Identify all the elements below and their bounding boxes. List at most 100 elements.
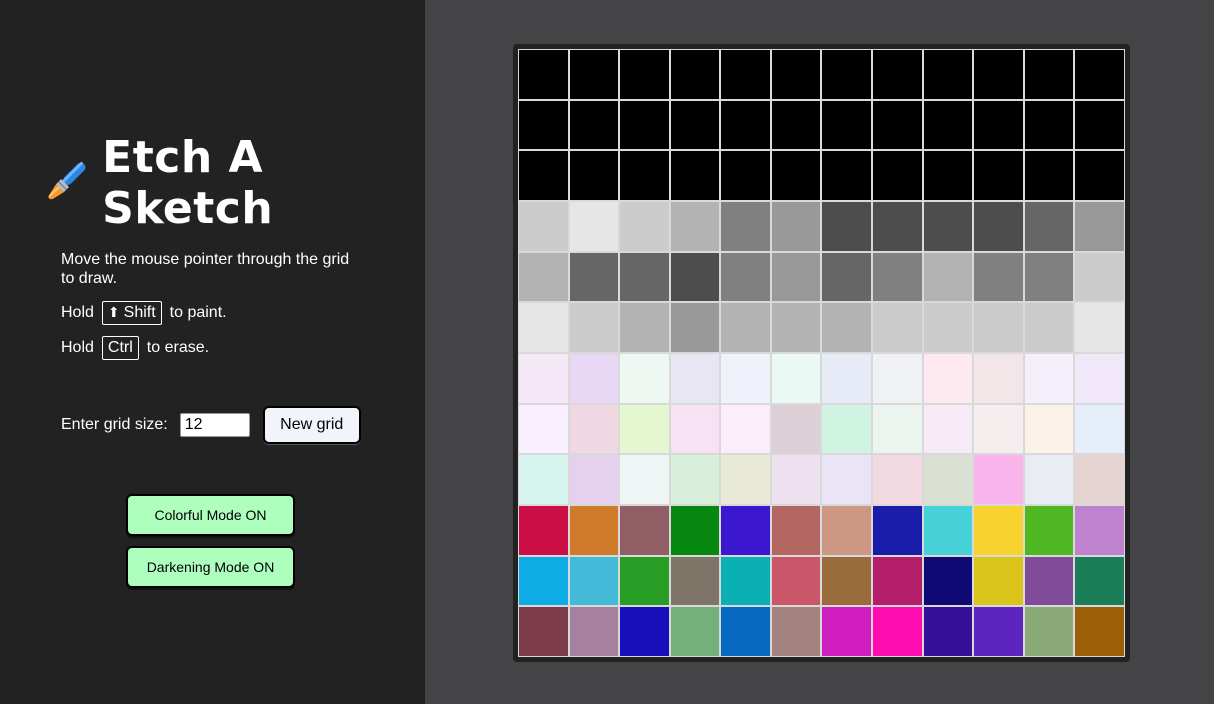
grid-cell[interactable] — [518, 150, 569, 201]
grid-cell[interactable] — [568, 555, 620, 607]
grid-cell[interactable] — [1074, 150, 1125, 201]
grid-cell[interactable] — [922, 403, 974, 455]
grid-cell[interactable] — [922, 150, 974, 201]
grid-cell[interactable] — [922, 606, 974, 657]
grid-cell[interactable] — [1023, 99, 1075, 151]
colorful-mode-button[interactable]: Colorful Mode ON — [126, 494, 295, 536]
grid-cell[interactable] — [922, 353, 974, 404]
grid-cell[interactable] — [568, 353, 620, 404]
grid-cell[interactable] — [568, 150, 620, 201]
grid-cell[interactable] — [669, 403, 721, 455]
grid-cell[interactable] — [922, 251, 974, 303]
grid-cell[interactable] — [619, 505, 670, 556]
grid-cell[interactable] — [720, 150, 771, 201]
grid-cell[interactable] — [669, 606, 721, 657]
grid-cell[interactable] — [922, 302, 974, 353]
grid-cell[interactable] — [872, 454, 923, 505]
grid-cell[interactable] — [568, 505, 620, 556]
grid-cell[interactable] — [619, 99, 670, 151]
grid-cell[interactable] — [619, 251, 670, 303]
grid-cell[interactable] — [720, 49, 771, 100]
grid-cell[interactable] — [619, 403, 670, 455]
grid-cell[interactable] — [770, 150, 822, 201]
grid-cell[interactable] — [872, 505, 923, 556]
grid-cell[interactable] — [1023, 150, 1075, 201]
grid-cell[interactable] — [1074, 555, 1125, 607]
grid-cell[interactable] — [770, 201, 822, 252]
grid-cell[interactable] — [1074, 353, 1125, 404]
grid-cell[interactable] — [518, 454, 569, 505]
grid-cell[interactable] — [619, 150, 670, 201]
grid-cell[interactable] — [518, 251, 569, 303]
grid-cell[interactable] — [720, 201, 771, 252]
grid-cell[interactable] — [1074, 251, 1125, 303]
grid-cell[interactable] — [770, 251, 822, 303]
grid-cell[interactable] — [568, 99, 620, 151]
grid-cell[interactable] — [669, 251, 721, 303]
grid-cell[interactable] — [1074, 49, 1125, 100]
grid-cell[interactable] — [1074, 454, 1125, 505]
grid-cell[interactable] — [619, 555, 670, 607]
new-grid-button[interactable]: New grid — [262, 406, 361, 444]
grid-cell[interactable] — [720, 251, 771, 303]
grid-cell[interactable] — [821, 150, 873, 201]
grid-cell[interactable] — [922, 99, 974, 151]
grid-cell[interactable] — [770, 49, 822, 100]
grid-cell[interactable] — [973, 150, 1024, 201]
grid-cell[interactable] — [821, 251, 873, 303]
grid-cell[interactable] — [720, 302, 771, 353]
grid-cell[interactable] — [770, 505, 822, 556]
grid-cell[interactable] — [1023, 251, 1075, 303]
grid-cell[interactable] — [1023, 403, 1075, 455]
grid-cell[interactable] — [973, 606, 1024, 657]
grid-cell[interactable] — [770, 353, 822, 404]
grid-cell[interactable] — [720, 606, 771, 657]
grid-cell[interactable] — [669, 49, 721, 100]
grid-cell[interactable] — [770, 302, 822, 353]
grid-cell[interactable] — [518, 353, 569, 404]
grid-cell[interactable] — [518, 49, 569, 100]
grid-cell[interactable] — [821, 505, 873, 556]
grid-cell[interactable] — [619, 201, 670, 252]
grid-cell[interactable] — [1023, 555, 1075, 607]
grid-cell[interactable] — [518, 606, 569, 657]
grid-cell[interactable] — [619, 454, 670, 505]
grid-cell[interactable] — [821, 454, 873, 505]
grid-cell[interactable] — [619, 302, 670, 353]
grid-cell[interactable] — [1074, 403, 1125, 455]
grid-cell[interactable] — [720, 99, 771, 151]
grid-cell[interactable] — [518, 403, 569, 455]
grid-cell[interactable] — [568, 606, 620, 657]
grid-cell[interactable] — [872, 49, 923, 100]
grid-cell[interactable] — [720, 353, 771, 404]
grid-cell[interactable] — [568, 454, 620, 505]
grid-cell[interactable] — [821, 302, 873, 353]
grid-cell[interactable] — [619, 49, 670, 100]
grid-cell[interactable] — [922, 454, 974, 505]
grid-cell[interactable] — [872, 606, 923, 657]
grid-cell[interactable] — [770, 606, 822, 657]
grid-cell[interactable] — [872, 555, 923, 607]
grid-cell[interactable] — [973, 99, 1024, 151]
grid-cell[interactable] — [922, 49, 974, 100]
grid-cell[interactable] — [872, 150, 923, 201]
grid-cell[interactable] — [872, 302, 923, 353]
grid-cell[interactable] — [568, 251, 620, 303]
grid-cell[interactable] — [1023, 353, 1075, 404]
grid-cell[interactable] — [922, 555, 974, 607]
grid-cell[interactable] — [821, 555, 873, 607]
grid-size-input[interactable] — [179, 413, 250, 437]
grid-cell[interactable] — [770, 555, 822, 607]
grid-cell[interactable] — [568, 403, 620, 455]
grid-cell[interactable] — [1074, 99, 1125, 151]
grid-cell[interactable] — [973, 353, 1024, 404]
grid-cell[interactable] — [821, 353, 873, 404]
grid-cell[interactable] — [619, 606, 670, 657]
grid-cell[interactable] — [1023, 201, 1075, 252]
grid-cell[interactable] — [568, 201, 620, 252]
grid-cell[interactable] — [669, 99, 721, 151]
grid-cell[interactable] — [1023, 49, 1075, 100]
grid-cell[interactable] — [1023, 505, 1075, 556]
grid-cell[interactable] — [669, 505, 721, 556]
grid-cell[interactable] — [568, 49, 620, 100]
